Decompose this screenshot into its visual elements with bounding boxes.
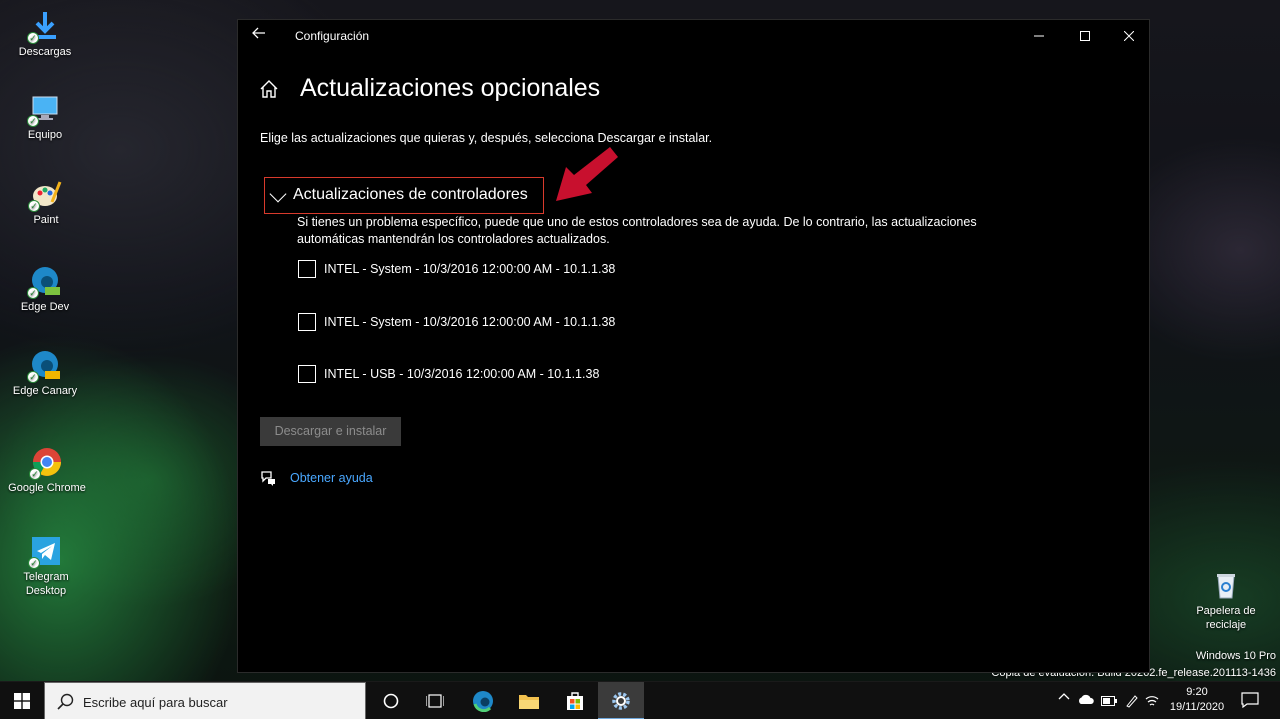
edge-dev-icon: ✓ [27,265,61,299]
minimize-icon [1034,35,1044,37]
search-placeholder: Escribe aquí para buscar [83,695,228,710]
settings-window: Configuración Actualizaciones opcionales… [237,19,1150,673]
desktop-icon-recycle-bin[interactable]: Papelera de reciclaje [1181,569,1271,632]
taskbar-search-box[interactable]: Escribe aquí para buscar [44,682,366,719]
driver-updates-header: Actualizaciones de controladores [293,186,528,203]
driver-option-label: INTEL - System - 10/3/2016 12:00:00 AM -… [324,315,616,329]
system-clock[interactable]: 9:20 19/11/2020 [1166,685,1228,715]
maximize-button[interactable] [1062,24,1108,48]
taskbar-settings-button[interactable] [598,682,644,719]
start-button[interactable] [0,682,44,719]
desktop-icon-google-chrome[interactable]: ✓ Google Chrome [2,446,92,495]
task-view-button[interactable] [412,682,458,719]
battery-icon[interactable] [1101,695,1117,709]
help-chat-icon [260,470,278,486]
cortana-circle-icon [383,693,399,709]
telegram-icon: ✓ [28,535,62,569]
task-view-icon [426,694,444,708]
tray-chevron-up-icon[interactable] [1058,691,1070,706]
taskbar-store-button[interactable] [552,682,598,719]
close-button[interactable] [1106,24,1152,48]
gear-icon [612,692,630,710]
driver-checkbox[interactable] [298,313,316,331]
search-icon [57,693,74,710]
folder-icon [519,695,539,709]
paint-icon: ✓ [28,178,62,212]
desktop-icon-edge-canary[interactable]: ✓ Edge Canary [0,349,90,398]
notifications-icon[interactable] [1241,692,1259,711]
desktop-icon-label: Telegram Desktop [23,571,69,597]
store-bag-icon [567,692,583,710]
desktop-icon-descargas[interactable]: ✓ Descargas [0,10,90,59]
onedrive-cloud-icon[interactable] [1077,694,1095,708]
desktop-icon-label: Descargas [18,46,72,58]
pen-workspace-icon[interactable] [1125,694,1139,711]
desktop-icon-label: Equipo [27,129,63,141]
maximize-icon [1080,31,1090,41]
back-button[interactable] [252,26,266,45]
window-title: Configuración [295,29,370,43]
close-icon [1123,30,1135,42]
edge-icon [473,691,493,712]
driver-checkbox[interactable] [298,260,316,278]
minimize-button[interactable] [1016,24,1062,48]
cortana-button[interactable] [368,682,414,719]
desktop-icon-edge-dev[interactable]: ✓ Edge Dev [0,265,90,314]
desktop-icon-label: Google Chrome [8,482,86,494]
home-icon[interactable] [259,79,279,99]
desktop-icon-equipo[interactable]: ✓ Equipo [0,93,90,142]
get-help-link[interactable]: Obtener ayuda [290,471,373,485]
back-arrow-icon [252,27,265,39]
edge-canary-icon: ✓ [27,349,61,383]
wifi-icon[interactable] [1145,694,1159,711]
page-subtitle: Elige las actualizaciones que quieras y,… [260,131,713,145]
driver-updates-expander[interactable]: Actualizaciones de controladores [264,177,544,214]
chrome-icon: ✓ [29,446,63,480]
clock-time: 9:20 [1186,686,1208,698]
desktop-icon-label: Papelera de reciclaje [1196,605,1256,631]
driver-option-label: INTEL - System - 10/3/2016 12:00:00 AM -… [324,262,616,276]
taskbar-file-explorer-button[interactable] [506,682,552,719]
download-install-button[interactable]: Descargar e instalar [260,417,401,446]
taskbar: Escribe aquí para buscar 9:20 19/11/2020 [0,681,1280,719]
driver-checkbox[interactable] [298,365,316,383]
desktop-icon-label: Edge Dev [20,301,70,313]
download-folder-icon: ✓ [27,10,61,44]
recycle-bin-icon [1210,569,1242,601]
page-title: Actualizaciones opcionales [300,74,601,102]
edition-watermark: Windows 10 Pro [1195,650,1276,662]
clock-date: 19/11/2020 [1169,701,1225,713]
desktop-icon-telegram[interactable]: ✓ Telegram Desktop [1,535,91,598]
red-arrow-annotation [552,143,622,208]
chevron-down-icon [269,185,287,203]
taskbar-edge-button[interactable] [460,682,506,719]
title-bar: Configuración [238,20,1149,52]
desktop-icon-paint[interactable]: ✓ Paint [1,178,91,227]
desktop-icon-label: Paint [33,214,59,226]
driver-updates-description: Si tienes un problema específico, puede … [297,215,977,246]
driver-option-label: INTEL - USB - 10/3/2016 12:00:00 AM - 10… [324,367,600,381]
computer-icon: ✓ [27,93,61,127]
desktop-icon-label: Edge Canary [12,385,78,397]
windows-logo-icon [14,693,30,709]
